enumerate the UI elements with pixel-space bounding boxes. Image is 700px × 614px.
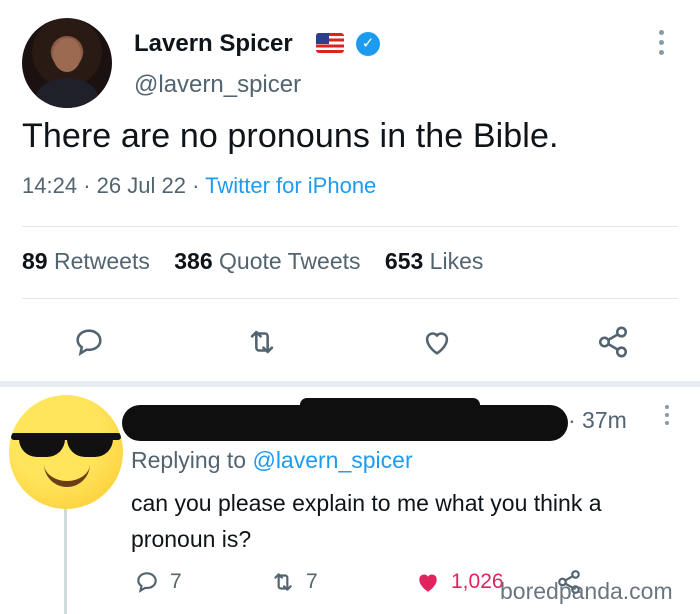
smile [44,461,90,487]
verified-badge-icon: ✓ [356,32,380,56]
meta-separator: · [83,173,91,198]
quotes-label: Quote Tweets [219,248,361,274]
likes-stat[interactable]: 653 Likes [385,248,483,274]
reply-like-count: 1,026 [451,570,504,593]
reply-text: can you please explain to me what you th… [131,490,602,552]
reply-more-options-icon[interactable] [661,405,673,429]
retweets-count: 89 [22,248,48,274]
tweet-stats: 89 Retweets 386 Quote Tweets 653 Likes [22,248,483,275]
retweet-icon[interactable] [245,325,279,359]
quotes-count: 386 [174,248,213,274]
redacted-name-handle [122,405,568,441]
divider [22,226,678,227]
author-name[interactable]: Lavern Spicer [134,30,293,58]
avatar-shoulders [36,78,98,108]
likes-label: Likes [429,248,484,274]
sunglasses-emoji-avatar[interactable] [9,395,123,509]
watermark: boredpanda.com [500,578,673,604]
retweet-small-icon [274,573,292,591]
author-avatar[interactable] [22,18,112,108]
likes-count: 653 [384,248,424,274]
more-options-icon[interactable] [654,30,668,60]
reply-like-button[interactable]: 1,026 [415,569,504,595]
share-icon[interactable] [596,325,630,359]
liked-heart-icon [419,574,437,592]
meta-separator: · [192,173,200,198]
author-handle[interactable]: @lavern_spicer [134,71,301,99]
reply-small-icon [137,572,157,593]
reply-retweet-button[interactable]: 7 [270,569,318,595]
tweet-text: There are no pronouns in the Bible. [22,117,559,155]
reply-retweet-count: 7 [306,570,318,593]
reply-reply-button[interactable]: 7 [134,569,182,595]
tweet-time: 14:24 [22,173,78,198]
retweets-stat[interactable]: 89 Retweets [22,248,150,274]
replying-prefix: Replying to [131,447,247,473]
reply-icon[interactable] [72,325,106,359]
left-lens [19,435,65,457]
reply-reply-count: 7 [170,570,182,593]
divider [22,298,678,299]
replying-handle-link[interactable]: @lavern_spicer [252,447,412,473]
reply-time[interactable]: · 37m [568,407,627,434]
retweets-label: Retweets [53,248,150,274]
tweet-source-link[interactable]: Twitter for iPhone [205,173,376,198]
replying-to: Replying to @lavern_spicer [131,447,413,474]
quotes-stat[interactable]: 386 Quote Tweets [174,248,360,274]
avatar-face [53,38,81,72]
tweet-date: 26 Jul 22 [96,173,186,198]
us-flag-icon [316,33,344,53]
right-lens [67,435,113,457]
tweet-meta: 14:24 · 26 Jul 22 · Twitter for iPhone [22,173,376,199]
like-icon[interactable] [420,325,454,359]
thread-line [64,509,67,614]
section-separator [0,381,700,387]
